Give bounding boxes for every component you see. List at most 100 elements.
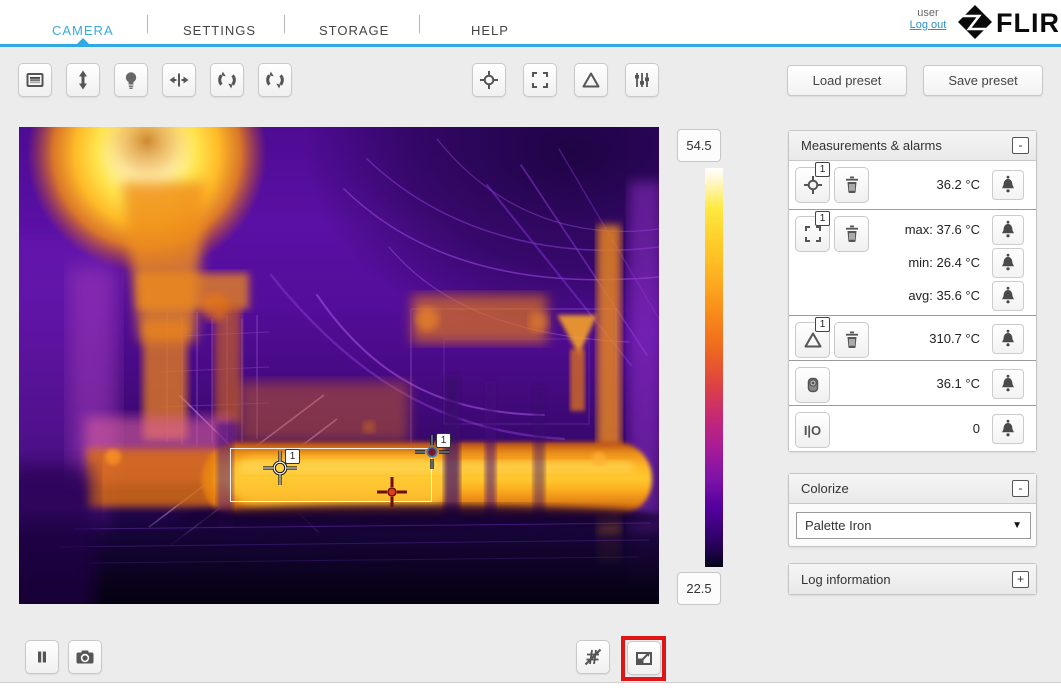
scale-min-value[interactable]: 22.5 [677,572,721,605]
digital-io-value: 0 [972,421,980,436]
log-info-panel-header: Log information + [789,564,1036,594]
vertical-adjust-button[interactable] [66,63,100,97]
flir-logo-icon: FLIR [958,5,1058,39]
spot-marker-badge: 1 [285,449,300,464]
box-max-alarm-button[interactable] [992,215,1024,245]
rotate-right-button[interactable] [258,63,292,97]
pause-icon [38,651,46,663]
measurements-panel: Measurements & alarms - 1 36.2 °C 1 max:… [788,130,1037,452]
spot-alarm-button[interactable] [992,170,1024,200]
display-scale-button[interactable] [18,63,52,97]
internal-temp-row: 36.1 °C [789,360,1036,405]
main-content: Load preset Save preset 1 1 54.5 22.5 Me… [0,47,1061,683]
save-preset-button[interactable]: Save preset [923,65,1043,96]
logout-link[interactable]: Log out [900,19,956,31]
delta-value: 310.7 °C [929,331,980,346]
expand-button[interactable]: + [1012,570,1029,588]
delta-alarm-button[interactable] [992,324,1024,354]
nav-item-settings[interactable]: SETTINGS [183,23,256,38]
colorize-panel: Colorize - Palette Iron ▼ [788,473,1037,547]
palette-scale-bar [705,168,723,567]
area-box-icon [532,72,548,88]
internal-temp-value: 36.1 °C [936,376,980,391]
box-max-value: max: 37.6 °C [904,222,980,237]
collapse-button[interactable]: - [1012,137,1029,154]
top-nav: CAMERA SETTINGS STORAGE HELP user Log ou… [0,0,1061,47]
delete-spot-button[interactable] [834,167,869,203]
delta-count-badge: 1 [815,317,830,332]
add-spot-button[interactable] [472,63,506,97]
log-info-panel: Log information + [788,563,1037,595]
alarm-bell-icon [1002,419,1014,437]
hide-overlay-button[interactable] [576,640,610,674]
spot-count-badge: 1 [815,162,830,177]
spot-measurement-row: 1 36.2 °C [789,161,1036,209]
nav-item-camera[interactable]: CAMERA [52,23,114,38]
box-avg-alarm-button[interactable] [992,281,1024,311]
digital-io-alarm-button[interactable] [992,414,1024,444]
colorize-panel-header: Colorize - [789,474,1036,504]
highlight-annotation [621,636,666,681]
add-delta-button[interactable] [574,63,608,97]
pause-stream-button[interactable] [25,640,59,674]
box-avg-value: avg: 35.6 °C [908,288,980,303]
alarm-bell-icon [1002,329,1014,347]
box-min-alarm-button[interactable] [992,248,1024,278]
box-min-value: min: 26.4 °C [908,255,980,270]
lamp-icon [125,72,137,89]
alarm-bell-icon [1002,253,1014,271]
spot-meter-icon [480,71,498,89]
rotate-left-button[interactable] [210,63,244,97]
internal-temp-button[interactable] [795,367,830,403]
user-name-label: user [917,7,939,19]
thermal-viewport[interactable]: 1 1 [19,127,659,604]
nav-separator [147,15,148,33]
trash-icon [845,331,858,348]
colorize-panel-title: Colorize [801,481,849,496]
log-info-panel-title: Log information [801,571,891,587]
camera-internal-temp-icon [807,377,818,393]
digital-io-row: I|O 0 [789,405,1036,451]
trash-icon [845,176,858,193]
alarm-bell-icon [1002,175,1014,193]
palette-select-value: Palette Iron [805,518,872,533]
area-hot-spot-marker[interactable] [375,475,409,509]
hide-overlay-icon [584,648,602,666]
lamp-button[interactable] [114,63,148,97]
delete-box-button[interactable] [834,216,869,252]
trash-icon [845,225,858,242]
box-count-badge: 1 [815,211,830,226]
user-block: user Log out [900,7,956,31]
thermal-image [19,127,659,604]
nav-separator [284,15,285,33]
collapse-button[interactable]: - [1012,480,1029,497]
rotate-icon [218,71,236,89]
delta-measurement-row: 1 310.7 °C [789,315,1036,360]
load-preset-button[interactable]: Load preset [787,65,907,96]
nav-item-storage[interactable]: STORAGE [319,23,389,38]
delete-delta-button[interactable] [834,322,869,358]
snapshot-button[interactable] [68,640,102,674]
alarm-bell-icon [1002,220,1014,238]
vertical-adjust-icon [79,70,87,90]
box-measurement-row: 1 max: 37.6 °C min: 26.4 °C avg: 35.6 °C [789,209,1036,315]
flir-logo-text: FLIR [996,8,1058,38]
alarm-bell-icon [1002,286,1014,304]
palette-select[interactable]: Palette Iron ▼ [796,512,1031,539]
digital-io-button[interactable]: I|O [795,412,830,448]
rotate-icon [266,71,284,89]
nav-item-help[interactable]: HELP [471,23,509,38]
snapshot-icon [76,650,94,664]
horizontal-pan-icon [169,73,189,87]
delta-icon [582,72,600,88]
horizontal-pan-button[interactable] [162,63,196,97]
measurements-panel-title: Measurements & alarms [801,138,942,153]
internal-temp-alarm-button[interactable] [992,369,1024,399]
sliders-icon [635,73,649,87]
scale-max-value[interactable]: 54.5 [677,129,721,162]
flir-camera-web-ui: CAMERA SETTINGS STORAGE HELP user Log ou… [0,0,1061,691]
advanced-settings-button[interactable] [625,63,659,97]
display-scale-icon [26,73,44,87]
add-area-button[interactable] [523,63,557,97]
spot-value: 36.2 °C [936,177,980,192]
